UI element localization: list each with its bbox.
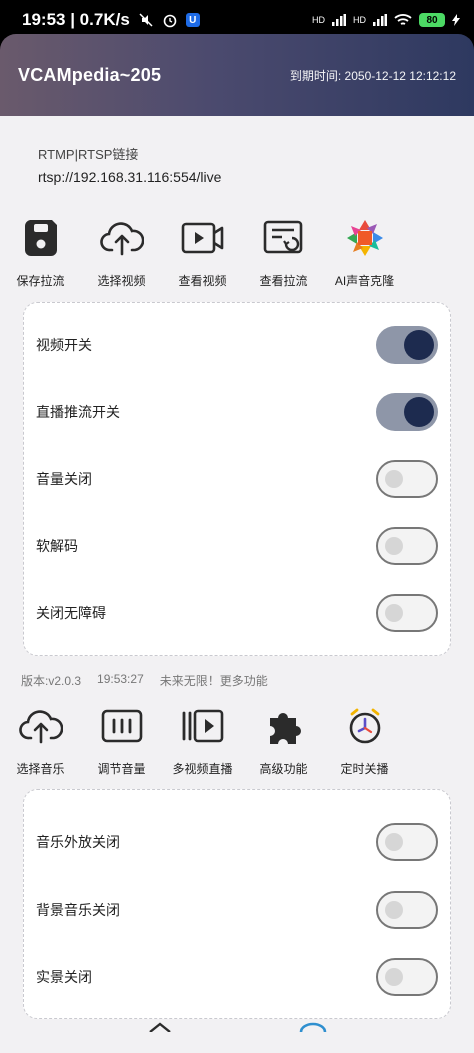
view-video-label: 查看视频 — [178, 274, 227, 288]
puzzle-icon — [262, 704, 306, 748]
music-out-switch[interactable] — [376, 823, 438, 861]
select-video-button[interactable]: 选择视频 — [81, 216, 162, 289]
video-switch[interactable] — [376, 326, 438, 364]
toggle-label: 软解码 — [36, 538, 78, 554]
partial-icon-right — [299, 1022, 327, 1032]
toggle-row-music-out: 音乐外放关闭 — [36, 822, 438, 862]
status-right: HD HD 80 — [312, 13, 460, 27]
select-video-label: 选择视频 — [97, 274, 146, 288]
clock-label: 19:53:27 — [97, 672, 144, 686]
toggle-row-soft-decode: 软解码 — [36, 526, 438, 566]
adjust-volume-label: 调节音量 — [97, 762, 146, 776]
volume-off-switch[interactable] — [376, 460, 438, 498]
live-push-switch[interactable] — [376, 393, 438, 431]
toggle-label: 背景音乐关闭 — [36, 902, 120, 918]
multi-video-live-button[interactable]: 多视频直播 — [162, 704, 243, 777]
signal-bars-icon — [373, 14, 387, 26]
save-stream-label: 保存拉流 — [16, 274, 65, 288]
main-content: RTMP|RTSP链接 rtsp://192.168.31.116:554/li… — [0, 116, 474, 1053]
soft-decode-switch[interactable] — [376, 527, 438, 565]
toggle-panel-main: 视频开关 直播推流开关 音量关闭 软解码 关闭无障碍 — [23, 302, 451, 656]
signal-2-label: HD — [353, 15, 366, 25]
promo-link[interactable]: 未来无限！更多功能 — [160, 672, 268, 689]
view-video-button[interactable]: 查看视频 — [162, 216, 243, 289]
version-label: 版本:v2.0.3 — [21, 674, 82, 688]
save-icon — [19, 216, 63, 260]
toggle-row-live-push: 直播推流开关 — [36, 392, 438, 432]
toggle-row-bgm: 背景音乐关闭 — [36, 890, 438, 930]
advanced-features-button[interactable]: 高级功能 — [243, 704, 324, 777]
view-stream-label: 查看拉流 — [259, 274, 308, 288]
partial-icon-left — [149, 1022, 171, 1032]
scheduled-stop-label: 定时关播 — [340, 762, 389, 776]
ai-voice-clone-label: AI声音克隆 — [334, 274, 395, 288]
toggle-label: 实景关闭 — [36, 969, 92, 985]
multi-video-icon — [181, 704, 225, 748]
version-line: 版本:v2.0.3 19:53:27 未来无限！更多功能 — [21, 672, 268, 689]
view-stream-button[interactable]: 查看拉流 — [243, 216, 324, 289]
signal-1-label: HD — [312, 15, 325, 25]
scheduled-stop-button[interactable]: 定时关播 — [324, 704, 405, 777]
app-notification-icon: U — [185, 13, 200, 27]
volume-bars-icon — [100, 704, 144, 748]
toggle-label: 关闭无障碍 — [36, 605, 106, 621]
rtmp-url[interactable]: rtsp://192.168.31.116:554/live — [38, 169, 221, 185]
alarm-clock-icon — [343, 704, 387, 748]
stream-icon — [262, 216, 306, 260]
toggle-label: 直播推流开关 — [36, 404, 120, 420]
app-title: VCAMpedia~205 — [18, 64, 162, 85]
toggle-panel-audio: 音乐外放关闭 背景音乐关闭 实景关闭 — [23, 789, 451, 1019]
alarm-icon — [163, 14, 177, 28]
top-action-row: 保存拉流 选择视频 查看视频 查看拉流 AI声音克隆 — [0, 216, 474, 289]
mute-icon — [139, 13, 153, 27]
toggle-row-video: 视频开关 — [36, 325, 438, 365]
app-header: VCAMpedia~205 到期时间: 2050-12-12 12:12:12 — [0, 34, 474, 116]
select-music-button[interactable]: 选择音乐 — [0, 704, 81, 777]
bgm-switch[interactable] — [376, 891, 438, 929]
ai-logo-icon — [343, 216, 387, 260]
multi-video-live-label: 多视频直播 — [172, 762, 233, 776]
charging-icon — [452, 14, 460, 26]
signal-bars-icon — [332, 14, 346, 26]
toggle-row-accessibility: 关闭无障碍 — [36, 593, 438, 633]
status-time-speed: 19:53 | 0.7K/s — [22, 10, 130, 29]
advanced-features-label: 高级功能 — [259, 762, 308, 776]
toggle-row-volume-off: 音量关闭 — [36, 459, 438, 499]
expire-date: 到期时间: 2050-12-12 12:12:12 — [289, 68, 456, 83]
battery-indicator: 80 — [419, 13, 445, 27]
select-music-label: 选择音乐 — [16, 762, 65, 776]
toggle-row-live-scene: 实景关闭 — [36, 957, 438, 997]
ai-voice-clone-button[interactable]: AI声音克隆 — [324, 216, 405, 289]
cloud-upload-icon — [18, 704, 63, 748]
adjust-volume-button[interactable]: 调节音量 — [81, 704, 162, 777]
toggle-label: 视频开关 — [36, 337, 92, 353]
status-left: 19:53 | 0.7K/s U — [22, 10, 200, 30]
wifi-icon — [394, 14, 412, 25]
cloud-upload-icon — [99, 216, 144, 260]
rtmp-section: RTMP|RTSP链接 rtsp://192.168.31.116:554/li… — [38, 144, 221, 185]
video-icon — [181, 216, 225, 260]
live-scene-switch[interactable] — [376, 958, 438, 996]
toggle-label: 音量关闭 — [36, 471, 92, 487]
toggle-label: 音乐外放关闭 — [36, 834, 120, 850]
accessibility-off-switch[interactable] — [376, 594, 438, 632]
bottom-action-row: 选择音乐 调节音量 多视频直播 高级功能 定时关播 — [0, 704, 474, 777]
save-stream-button[interactable]: 保存拉流 — [0, 216, 81, 289]
rtmp-label: RTMP|RTSP链接 — [38, 147, 139, 162]
